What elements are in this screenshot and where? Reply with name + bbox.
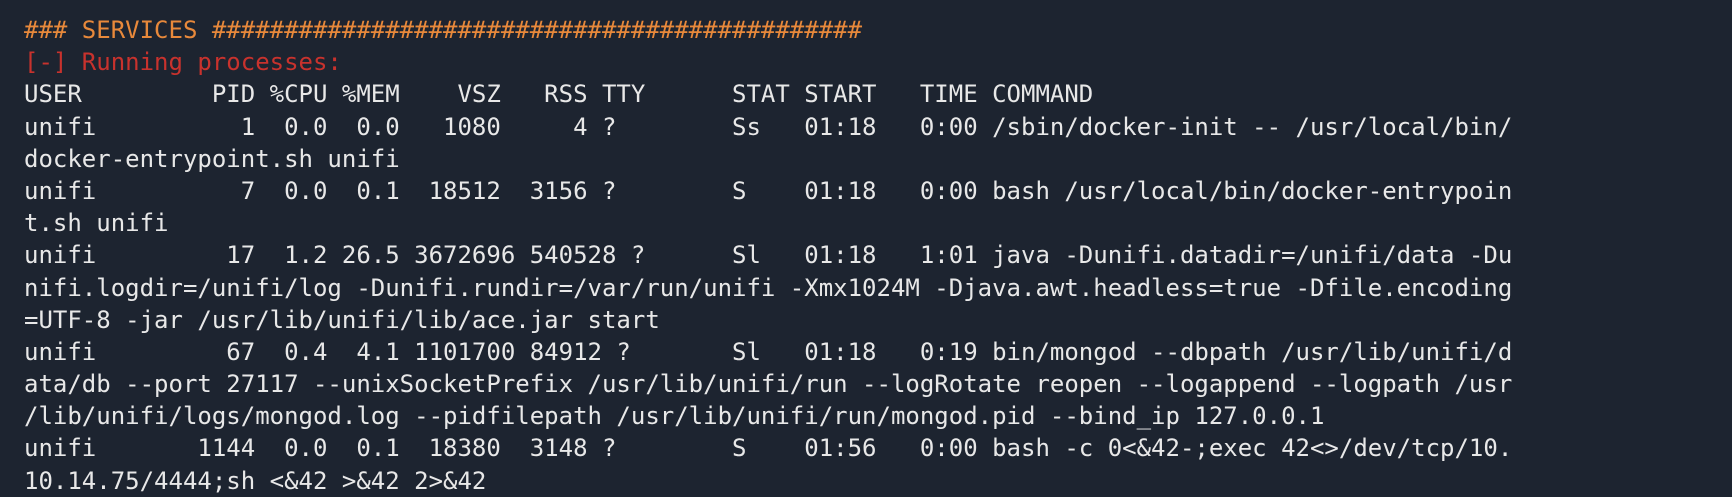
process-line-continuation: ata/db --port 27117 --unixSocketPrefix /… xyxy=(24,370,1513,399)
process-line: unifi 17 1.2 26.5 3672696 540528 ? Sl 01… xyxy=(24,241,1513,270)
process-line-continuation: /lib/unifi/logs/mongod.log --pidfilepath… xyxy=(24,402,1325,431)
process-line-continuation: 10.14.75/4444;sh <&42 >&42 2>&42 xyxy=(24,466,487,495)
terminal-window[interactable]: ### SERVICES ###########################… xyxy=(0,0,1732,497)
process-line: unifi 1 0.0 0.0 1080 4 ? Ss 01:18 0:00 /… xyxy=(24,112,1513,141)
running-processes-subheader: [-] Running processes: xyxy=(24,48,342,77)
process-line: unifi 1144 0.0 0.1 18380 3148 ? S 01:56 … xyxy=(24,434,1513,463)
services-section-header: ### SERVICES ###########################… xyxy=(24,16,863,44)
process-line-continuation: t.sh unifi xyxy=(24,209,169,238)
process-table-header: USER PID %CPU %MEM VSZ RSS TTY STAT STAR… xyxy=(24,80,1094,109)
process-line-continuation: =UTF-8 -jar /usr/lib/unifi/lib/ace.jar s… xyxy=(24,305,660,334)
process-line: unifi 7 0.0 0.1 18512 3156 ? S 01:18 0:0… xyxy=(24,176,1513,205)
process-line-continuation: nifi.logdir=/unifi/log -Dunifi.rundir=/v… xyxy=(24,273,1513,302)
process-line: unifi 67 0.4 4.1 1101700 84912 ? Sl 01:1… xyxy=(24,337,1513,366)
process-line-continuation: docker-entrypoint.sh unifi xyxy=(24,144,400,173)
